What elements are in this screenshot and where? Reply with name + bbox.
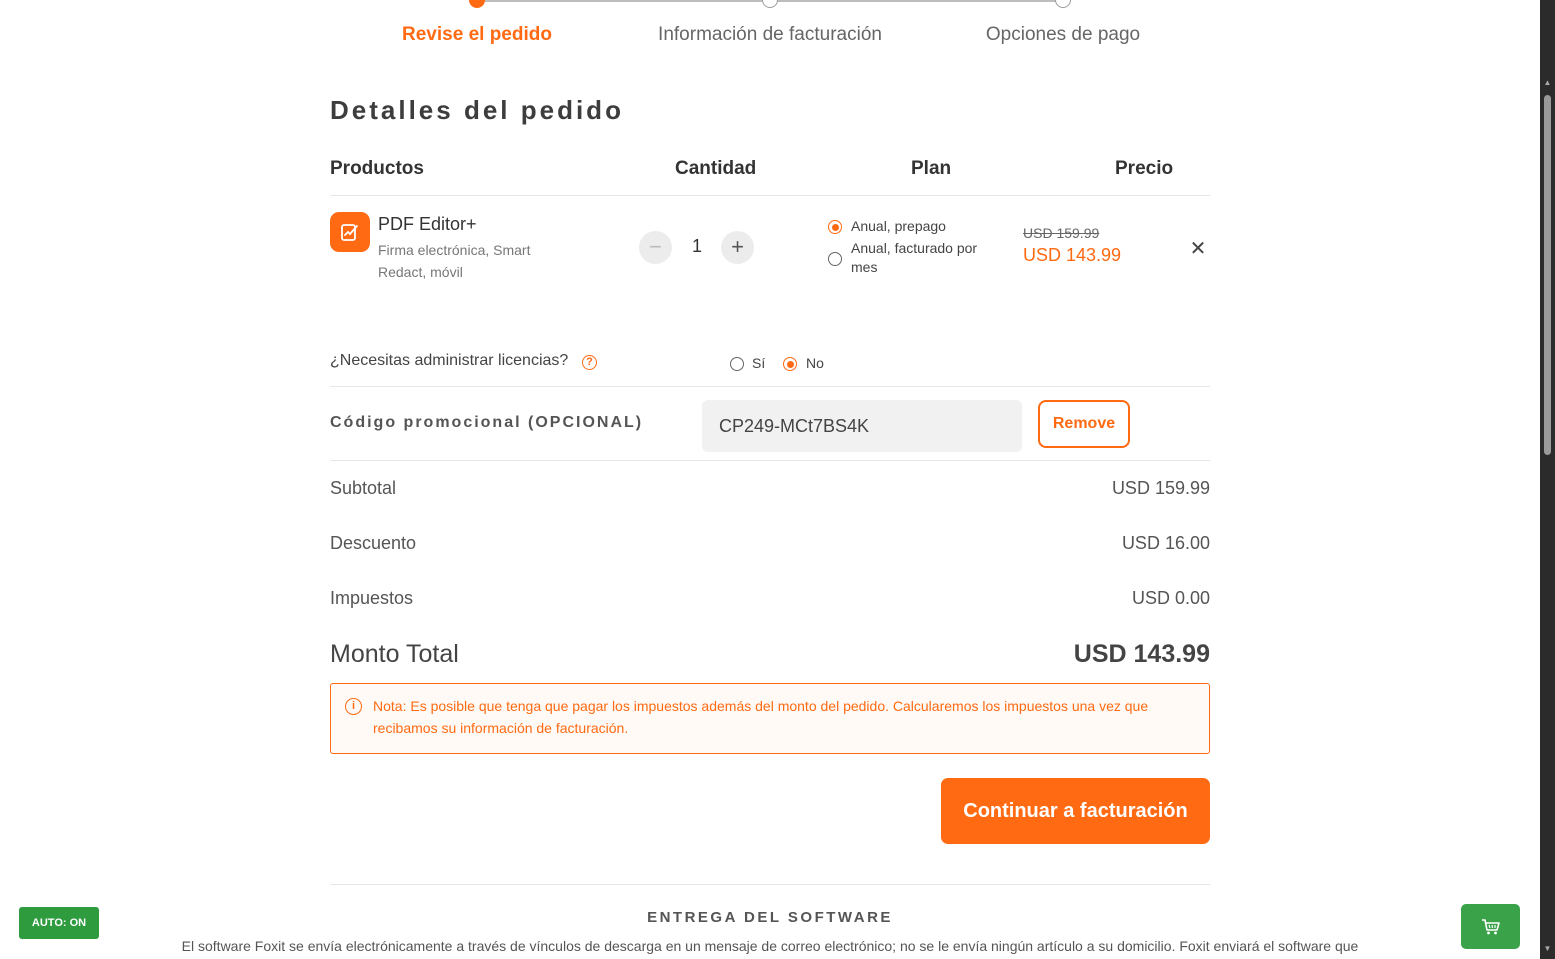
tax-note-text: Nota: Es posible que tenga que pagar los… bbox=[373, 698, 1149, 736]
remove-item-close-icon[interactable]: ✕ bbox=[1188, 236, 1208, 261]
total-value: USD 143.99 bbox=[1073, 640, 1210, 668]
step-review-label[interactable]: Revise el pedido bbox=[402, 24, 552, 46]
price-column-header: Precio bbox=[1115, 158, 1174, 179]
tax-note-box: i Nota: Es posible que tenga que pagar l… bbox=[330, 683, 1210, 754]
plan-annual-prepaid-radio[interactable] bbox=[828, 220, 842, 234]
scrollbar-thumb[interactable] bbox=[1544, 95, 1551, 455]
discount-label: Descuento bbox=[330, 533, 417, 553]
promo-code-label: Código promocional (OPCIONAL) bbox=[330, 414, 644, 431]
auto-status-badge[interactable]: AUTO: ON bbox=[19, 907, 99, 939]
product-description: Firma electrónica, Smart Redact, móvil bbox=[378, 242, 531, 280]
continue-to-billing-button[interactable]: Continuar a facturación bbox=[941, 778, 1210, 844]
step-payment-label[interactable]: Opciones de pago bbox=[986, 24, 1140, 46]
plan-column-header: Plan bbox=[911, 158, 952, 179]
pdf-editor-icon bbox=[330, 212, 370, 252]
products-column-header: Productos bbox=[330, 158, 424, 179]
divider bbox=[330, 195, 1210, 196]
step-3-dot bbox=[1055, 0, 1071, 8]
step-1-dot bbox=[469, 0, 485, 8]
quantity-column-header: Cantidad bbox=[675, 158, 757, 179]
quantity-value[interactable]: 1 bbox=[682, 236, 712, 257]
step-billing-label[interactable]: Información de facturación bbox=[658, 24, 882, 46]
licenses-yes-radio[interactable] bbox=[730, 357, 744, 371]
promo-code-input[interactable] bbox=[702, 400, 1022, 452]
order-details-title: Detalles del pedido bbox=[330, 95, 624, 125]
total-label: Monto Total bbox=[330, 640, 459, 668]
tax-label: Impuestos bbox=[330, 588, 414, 608]
step-2-dot bbox=[762, 0, 778, 8]
licenses-no-label[interactable]: No bbox=[806, 355, 824, 371]
promo-remove-button[interactable]: Remove bbox=[1038, 400, 1130, 448]
price-current: USD 143.99 bbox=[1023, 245, 1122, 265]
subtotal-value: USD 159.99 bbox=[1111, 478, 1210, 498]
help-icon[interactable]: ? bbox=[582, 355, 597, 370]
manage-licenses-question: ¿Necesitas administrar licencias? bbox=[330, 352, 569, 369]
licenses-no-radio[interactable] bbox=[783, 357, 797, 371]
software-delivery-title: ENTREGA DEL SOFTWARE bbox=[647, 909, 893, 926]
quantity-increase-button[interactable]: + bbox=[721, 231, 754, 264]
discount-value: USD 16.00 bbox=[1121, 533, 1210, 553]
cart-button[interactable] bbox=[1461, 904, 1520, 949]
product-name: PDF Editor+ bbox=[378, 214, 477, 234]
price-original: USD 159.99 bbox=[1023, 225, 1100, 241]
plan-annual-monthly-label[interactable]: Anual, facturado por mes bbox=[851, 239, 981, 277]
scroll-down-icon[interactable]: ▼ bbox=[1543, 944, 1552, 953]
cart-icon bbox=[1481, 918, 1500, 934]
divider bbox=[330, 386, 1210, 387]
scroll-up-icon[interactable]: ▲ bbox=[1543, 78, 1552, 87]
plan-annual-monthly-radio[interactable] bbox=[828, 252, 842, 266]
tax-value: USD 0.00 bbox=[1131, 588, 1210, 608]
page-scrollbar[interactable]: ▲ ▼ bbox=[1540, 0, 1555, 959]
plan-annual-prepaid-label[interactable]: Anual, prepago bbox=[851, 217, 946, 236]
info-icon: i bbox=[345, 698, 362, 715]
software-delivery-text: El software Foxit se envía electrónicame… bbox=[181, 938, 1359, 954]
licenses-yes-label[interactable]: Sí bbox=[752, 355, 765, 371]
divider bbox=[330, 884, 1210, 885]
quantity-decrease-button[interactable]: − bbox=[639, 231, 672, 264]
subtotal-label: Subtotal bbox=[330, 478, 397, 498]
divider bbox=[330, 460, 1210, 461]
